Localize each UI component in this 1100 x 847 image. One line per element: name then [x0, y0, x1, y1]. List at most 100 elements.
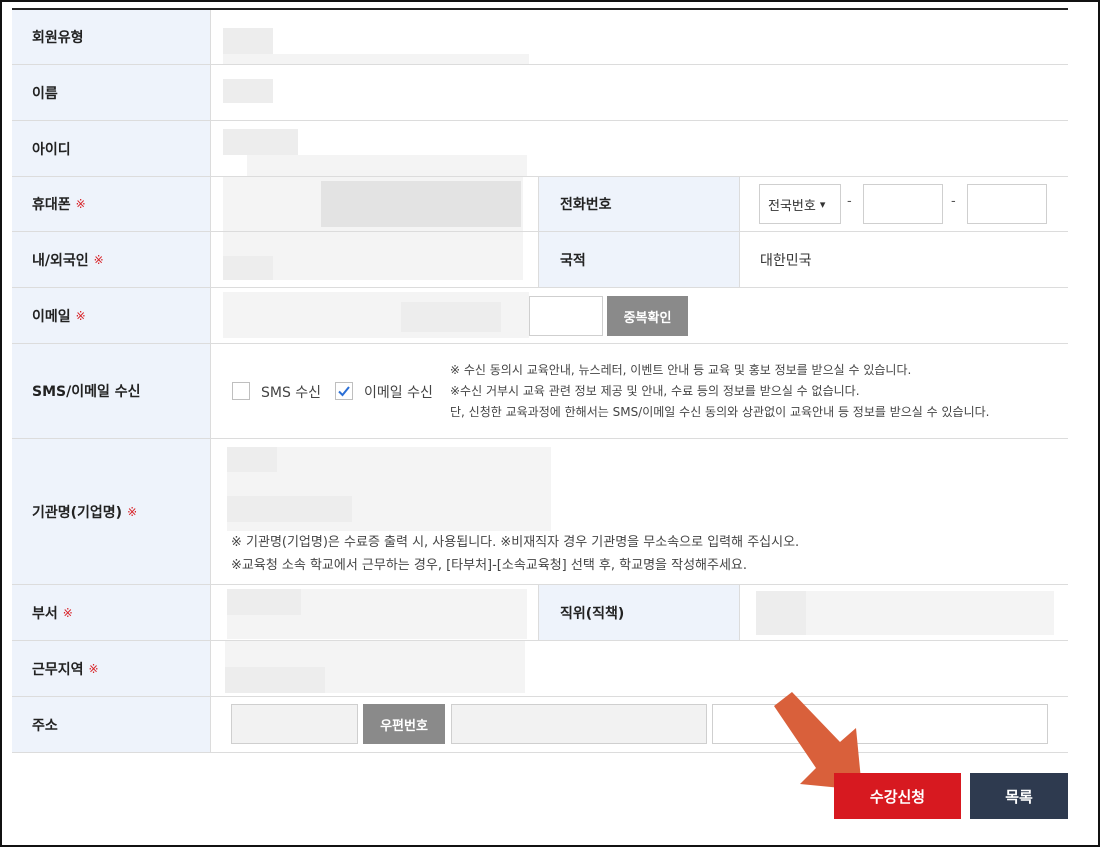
phone-separator: -: [951, 194, 956, 209]
phone-middle-input[interactable]: [863, 184, 943, 224]
name-label: 이름: [12, 65, 211, 120]
blurred-value: [223, 79, 273, 103]
nationality-type-label-text: 내/외국인: [32, 252, 89, 269]
required-mark: ※: [127, 504, 138, 519]
row-department-position: 부서 ※ 직위(직책): [12, 585, 1068, 641]
department-value[interactable]: [211, 585, 538, 640]
checkmark-icon: [338, 386, 350, 397]
nationality-type-value[interactable]: [211, 232, 538, 287]
row-user-id: 아이디: [12, 121, 1068, 177]
name-label-text: 이름: [32, 85, 58, 102]
blurred-value: [401, 302, 501, 332]
phone-value: 전국번호 ▾ - -: [740, 177, 1068, 231]
position-label-text: 직위(직책): [560, 605, 625, 622]
sms-email-note: 단, 신청한 교육과정에 한해서는 SMS/이메일 수신 동의와 상관없이 교육…: [450, 405, 990, 419]
row-sms-email: SMS/이메일 수신 SMS 수신 이메일 수신 ※ 수신 동의시 교육안내, …: [12, 344, 1068, 439]
address-label-text: 주소: [32, 717, 58, 734]
organization-value: ※ 기관명(기업명)은 수료증 출력 시, 사용됩니다. ※비재직자 경우 기관…: [211, 439, 1068, 584]
blurred-value: [223, 54, 529, 64]
row-organization: 기관명(기업명) ※ ※ 기관명(기업명)은 수료증 출력 시, 사용됩니다. …: [12, 439, 1068, 585]
work-region-value[interactable]: [211, 641, 1068, 696]
position-label: 직위(직책): [538, 585, 740, 640]
blurred-value: [227, 447, 277, 472]
address-value: 우편번호: [211, 697, 1068, 752]
department-label: 부서 ※: [12, 585, 211, 640]
row-member-type: 회원유형: [12, 10, 1068, 65]
email-label-text: 이메일: [32, 308, 71, 325]
email-checkbox[interactable]: [335, 382, 353, 400]
sms-email-notes: ※ 수신 동의시 교육안내, 뉴스레터, 이벤트 안내 등 교육 및 홍보 정보…: [450, 360, 990, 423]
blurred-value: [223, 256, 273, 280]
row-nationality: 내/외국인 ※ 국적 대한민국: [12, 232, 1068, 288]
sms-email-note: ※수신 거부시 교육 관련 정보 제공 및 안내, 수료 등의 정보를 받으실 …: [450, 384, 860, 398]
email-value: 중복확인: [211, 288, 1068, 343]
user-id-label: 아이디: [12, 121, 211, 176]
email-label: 이메일 ※: [12, 288, 211, 343]
sms-checkbox[interactable]: [232, 382, 250, 400]
work-region-label-text: 근무지역: [32, 661, 84, 678]
mobile-label-text: 휴대폰: [32, 197, 71, 213]
sms-email-value: SMS 수신 이메일 수신 ※ 수신 동의시 교육안내, 뉴스레터, 이벤트 안…: [211, 344, 1068, 438]
blurred-value: [321, 181, 521, 227]
sms-email-label: SMS/이메일 수신: [12, 344, 211, 438]
user-id-value: [211, 121, 1068, 176]
phone-label: 전화번호: [538, 177, 740, 231]
member-type-label-text: 회원유형: [32, 30, 84, 46]
country-value-text: 대한민국: [760, 252, 812, 269]
row-name: 이름: [12, 65, 1068, 121]
work-region-label: 근무지역 ※: [12, 641, 211, 696]
country-label-text: 국적: [560, 252, 586, 269]
address-label: 주소: [12, 697, 211, 752]
list-button[interactable]: 목록: [970, 773, 1068, 819]
zipcode-input[interactable]: [231, 704, 358, 744]
member-form: 회원유형 이름 아이디 휴대폰 ※ 전화번호 전국번호 ▾ - - 내/외국인 …: [12, 8, 1068, 753]
blurred-value: [225, 667, 325, 693]
member-type-value: [211, 10, 1068, 64]
apply-course-button[interactable]: 수강신청: [834, 773, 961, 819]
blurred-value: [247, 155, 527, 176]
sms-email-label-text: SMS/이메일 수신: [32, 384, 141, 400]
organization-note: ※ 기관명(기업명)은 수료증 출력 시, 사용됩니다. ※비재직자 경우 기관…: [231, 535, 800, 550]
area-code-select-text: 전국번호: [768, 198, 816, 214]
blurred-value: [756, 591, 806, 635]
blurred-value: [227, 496, 352, 522]
user-id-label-text: 아이디: [32, 141, 71, 158]
phone-label-text: 전화번호: [560, 197, 612, 213]
nationality-type-label: 내/외국인 ※: [12, 232, 211, 287]
zipcode-button[interactable]: 우편번호: [363, 704, 445, 744]
blurred-value: [223, 28, 273, 54]
phone-last-input[interactable]: [967, 184, 1047, 224]
mobile-value[interactable]: [211, 177, 538, 231]
required-mark: ※: [75, 308, 86, 323]
area-code-select[interactable]: 전국번호 ▾: [759, 184, 841, 224]
duplicate-check-button[interactable]: 중복확인: [607, 296, 688, 336]
country-label: 국적: [538, 232, 740, 287]
address-main-input[interactable]: [451, 704, 707, 744]
member-type-label: 회원유형: [12, 10, 211, 64]
chevron-down-icon: ▾: [819, 197, 826, 211]
row-address: 주소 우편번호: [12, 697, 1068, 753]
blurred-value: [223, 129, 298, 155]
required-mark: ※: [88, 661, 99, 676]
organization-label-text: 기관명(기업명): [32, 504, 123, 521]
country-value: 대한민국: [740, 232, 1068, 287]
email-domain-input[interactable]: [529, 296, 603, 336]
name-value: [211, 65, 1068, 120]
position-value[interactable]: [740, 585, 1068, 640]
row-mobile-phone: 휴대폰 ※ 전화번호 전국번호 ▾ - -: [12, 177, 1068, 232]
required-mark: ※: [93, 252, 104, 267]
blurred-value: [227, 589, 301, 615]
required-mark: ※: [62, 605, 73, 620]
organization-label: 기관명(기업명) ※: [12, 439, 211, 584]
sms-email-note: ※ 수신 동의시 교육안내, 뉴스레터, 이벤트 안내 등 교육 및 홍보 정보…: [450, 363, 912, 377]
required-mark: ※: [75, 197, 86, 211]
mobile-label: 휴대폰 ※: [12, 177, 211, 231]
row-email: 이메일 ※ 중복확인: [12, 288, 1068, 344]
sms-checkbox-label: SMS 수신: [261, 385, 322, 401]
organization-notes: ※ 기관명(기업명)은 수료증 출력 시, 사용됩니다. ※비재직자 경우 기관…: [231, 531, 799, 577]
email-checkbox-label: 이메일 수신: [364, 385, 433, 401]
department-label-text: 부서: [32, 605, 58, 622]
organization-note: ※교육청 소속 학교에서 근무하는 경우, [타부처]-[소속교육청] 선택 후…: [231, 558, 748, 573]
row-work-region: 근무지역 ※: [12, 641, 1068, 697]
phone-separator: -: [847, 194, 852, 209]
